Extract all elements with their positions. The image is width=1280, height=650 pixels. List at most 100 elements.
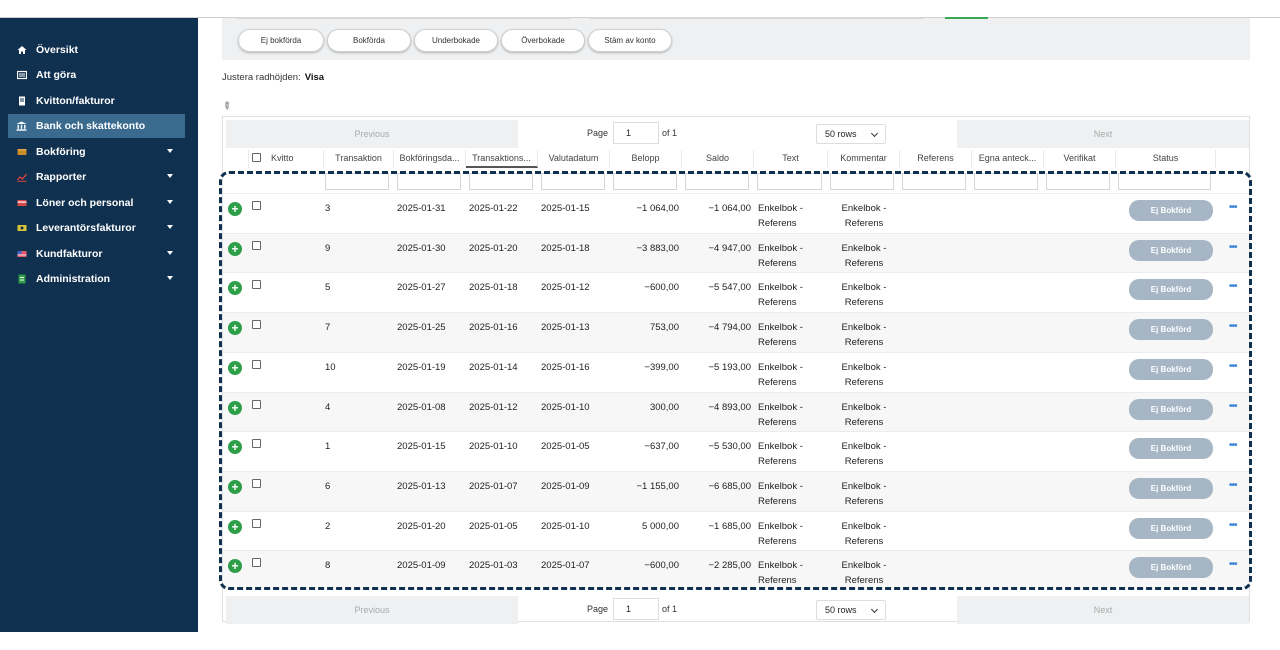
status-button[interactable]: Ej Bokförd bbox=[1129, 358, 1213, 380]
filter-text[interactable] bbox=[757, 173, 822, 190]
header-text[interactable]: Text bbox=[754, 150, 828, 168]
status-button[interactable]: Ej Bokförd bbox=[1129, 319, 1213, 341]
more-options-icon[interactable]: ••• bbox=[1229, 559, 1237, 570]
status-button[interactable]: Ej Bokförd bbox=[1129, 200, 1213, 221]
more-options-icon[interactable]: ••• bbox=[1229, 321, 1237, 332]
more-options-icon[interactable]: ••• bbox=[1229, 361, 1237, 372]
more-options-icon[interactable]: ••• bbox=[1229, 202, 1237, 213]
pin-icon[interactable]: ✎ bbox=[219, 100, 233, 114]
header-valutadatum[interactable]: Valutadatum bbox=[538, 150, 610, 168]
filter-transaktionsdatum[interactable] bbox=[469, 173, 533, 190]
select-all-checkbox[interactable] bbox=[252, 153, 261, 162]
table-row[interactable]: +10 2025-01-19 2025-01-14 2025-01-16 −399,00… bbox=[223, 351, 1249, 392]
header-kvitto[interactable]: Kvitto bbox=[268, 150, 324, 168]
header-status[interactable]: Status bbox=[1116, 150, 1216, 168]
status-button[interactable]: Ej Bokförd bbox=[1129, 279, 1213, 301]
table-row[interactable]: +3 2025-01-31 2025-01-22 2025-01-15 −1 064,0… bbox=[223, 193, 1249, 233]
table-row[interactable]: +6 2025-01-13 2025-01-07 2025-01-09 −1 155,0… bbox=[223, 470, 1249, 511]
previous-button[interactable]: Previous bbox=[226, 120, 518, 148]
add-icon[interactable]: + bbox=[228, 321, 242, 336]
table-row[interactable]: +1 2025-01-15 2025-01-10 2025-01-05 −637,00 −… bbox=[223, 431, 1249, 471]
filter-transaktion[interactable] bbox=[325, 173, 389, 190]
sidebar-item-loner[interactable]: Löner och personal bbox=[8, 191, 185, 215]
add-icon[interactable]: + bbox=[228, 241, 242, 256]
add-icon[interactable]: + bbox=[228, 281, 242, 296]
add-icon[interactable]: + bbox=[228, 519, 242, 534]
previous-button[interactable]: Previous bbox=[226, 596, 518, 624]
chip-stam-av-konto[interactable]: Stäm av konto bbox=[588, 29, 672, 52]
filter-egna-anteckningar[interactable] bbox=[974, 173, 1038, 190]
more-options-icon[interactable]: ••• bbox=[1229, 242, 1237, 253]
sidebar-item-kvitton[interactable]: Kvitton/fakturor bbox=[8, 89, 185, 113]
filter-saldo[interactable] bbox=[685, 173, 749, 190]
header-kommentar[interactable]: Kommentar bbox=[828, 150, 900, 168]
next-button[interactable]: Next bbox=[957, 596, 1249, 624]
status-button[interactable]: Ej Bokförd bbox=[1129, 438, 1213, 460]
row-checkbox[interactable] bbox=[252, 439, 261, 449]
status-button[interactable]: Ej Bokförd bbox=[1129, 477, 1213, 499]
row-height-value[interactable]: Visa bbox=[305, 72, 324, 83]
header-transaktion[interactable]: Transaktion bbox=[324, 150, 394, 168]
status-button[interactable]: Ej Bokförd bbox=[1129, 239, 1213, 261]
row-checkbox[interactable] bbox=[252, 359, 261, 369]
filter-verifikat[interactable] bbox=[1046, 173, 1110, 190]
row-checkbox[interactable] bbox=[252, 320, 261, 330]
rows-select[interactable]: 50 rows bbox=[816, 124, 886, 144]
status-button[interactable]: Ej Bokförd bbox=[1129, 557, 1213, 579]
more-options-icon[interactable]: ••• bbox=[1229, 281, 1237, 292]
add-icon[interactable]: + bbox=[228, 400, 242, 415]
filter-kommentar[interactable] bbox=[830, 173, 894, 190]
status-button[interactable]: Ej Bokförd bbox=[1129, 517, 1213, 539]
sidebar-item-kundfakturor[interactable]: Kundfakturor bbox=[8, 242, 185, 266]
sidebar-item-rapporter[interactable]: Rapporter bbox=[8, 165, 185, 189]
row-checkbox[interactable] bbox=[252, 399, 261, 409]
row-checkbox[interactable] bbox=[252, 518, 261, 528]
sidebar-item-bank[interactable]: Bank och skattekonto bbox=[8, 114, 185, 138]
sidebar-item-bokforing[interactable]: Bokföring bbox=[8, 140, 185, 164]
table-row[interactable]: +2 2025-01-20 2025-01-05 2025-01-10 5 000,00… bbox=[223, 510, 1249, 551]
status-button[interactable]: Ej Bokförd bbox=[1129, 398, 1213, 420]
add-icon[interactable]: + bbox=[228, 360, 242, 375]
more-options-icon[interactable]: ••• bbox=[1229, 480, 1237, 491]
more-options-icon[interactable]: ••• bbox=[1229, 440, 1237, 451]
filter-bokforingsdatum[interactable] bbox=[397, 173, 461, 190]
add-icon[interactable]: + bbox=[228, 202, 242, 216]
header-verifikat[interactable]: Verifikat bbox=[1044, 150, 1116, 168]
sidebar-item-oversikt[interactable]: Översikt bbox=[8, 38, 185, 62]
table-row[interactable]: +5 2025-01-27 2025-01-18 2025-01-12 −600,00 −… bbox=[223, 272, 1249, 312]
sidebar-item-administration[interactable]: Administration bbox=[8, 267, 185, 291]
chip-ej-bokforda[interactable]: Ej bokförda bbox=[238, 29, 324, 52]
table-row[interactable]: +7 2025-01-25 2025-01-16 2025-01-13 753,00 −4… bbox=[223, 312, 1249, 353]
chip-overbokade[interactable]: Överbokade bbox=[501, 29, 585, 52]
filter-belopp[interactable] bbox=[613, 173, 677, 190]
header-egna-anteckningar[interactable]: Egna anteck... bbox=[972, 150, 1044, 168]
more-options-icon[interactable]: ••• bbox=[1229, 401, 1237, 412]
table-row[interactable]: +9 2025-01-30 2025-01-20 2025-01-18 −3 883,0… bbox=[223, 232, 1249, 273]
filter-referens[interactable] bbox=[902, 173, 966, 190]
header-bokforingsdatum[interactable]: Bokföringsda... bbox=[394, 150, 466, 168]
add-icon[interactable]: + bbox=[228, 440, 242, 455]
header-saldo[interactable]: Saldo bbox=[682, 150, 754, 168]
row-checkbox[interactable] bbox=[252, 201, 261, 210]
rows-select[interactable]: 50 rows bbox=[816, 600, 886, 620]
page-input[interactable]: 1 bbox=[613, 598, 659, 620]
add-icon[interactable]: + bbox=[228, 479, 242, 494]
header-transaktionsdatum[interactable]: Transaktions... bbox=[466, 150, 538, 168]
table-row[interactable]: +4 2025-01-08 2025-01-12 2025-01-10 300,00 −4… bbox=[223, 391, 1249, 432]
row-checkbox[interactable] bbox=[252, 478, 261, 488]
row-checkbox[interactable] bbox=[252, 558, 261, 568]
header-referens[interactable]: Referens bbox=[900, 150, 972, 168]
table-row[interactable]: +8 2025-01-09 2025-01-03 2025-01-07 −600,00 −… bbox=[223, 550, 1249, 591]
next-button[interactable]: Next bbox=[957, 120, 1249, 148]
filter-status[interactable] bbox=[1118, 173, 1211, 190]
sidebar-item-leverantorsfakturor[interactable]: Leverantörsfakturor bbox=[8, 216, 185, 240]
sidebar-item-att-gora[interactable]: Att göra bbox=[8, 63, 185, 87]
row-checkbox[interactable] bbox=[252, 280, 261, 290]
more-options-icon[interactable]: ••• bbox=[1229, 520, 1237, 531]
chip-underbokade[interactable]: Underbokade bbox=[414, 29, 498, 52]
add-icon[interactable]: + bbox=[228, 559, 242, 574]
chip-bokforda[interactable]: Bokförda bbox=[327, 29, 411, 52]
header-belopp[interactable]: Belopp bbox=[610, 150, 682, 168]
filter-valutadatum[interactable] bbox=[541, 173, 605, 190]
row-checkbox[interactable] bbox=[252, 240, 261, 250]
